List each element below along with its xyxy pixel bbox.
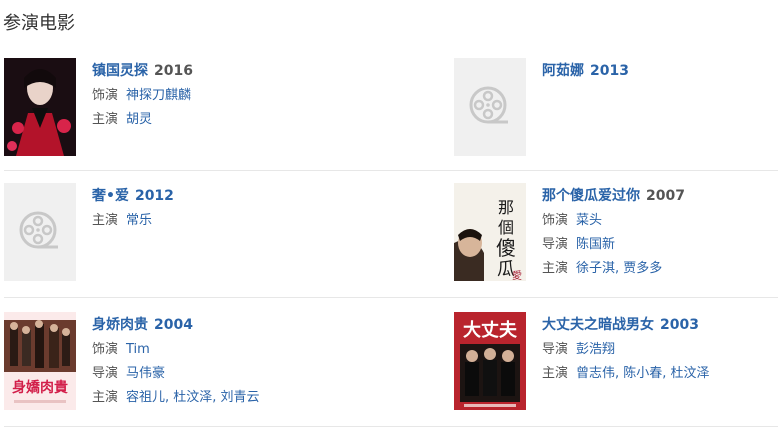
credit-role: 主演 bbox=[542, 366, 569, 381]
credit-line: 饰演 神探刀麒麟 bbox=[92, 87, 342, 105]
svg-text:個: 個 bbox=[498, 218, 514, 237]
film-title-link[interactable]: 那个傻瓜爱过你 bbox=[542, 188, 640, 204]
credit-value[interactable]: 容祖儿, 杜汶泽, 刘青云 bbox=[126, 390, 260, 405]
credit-line: 饰演 Tim bbox=[92, 341, 342, 359]
credit-value[interactable]: 彭浩翔 bbox=[576, 342, 615, 357]
film-title-link[interactable]: 阿茹娜 bbox=[542, 63, 584, 79]
credit-line: 饰演 菜头 bbox=[542, 212, 778, 230]
credit-value[interactable]: 神探刀麒麟 bbox=[126, 88, 191, 103]
credit-value[interactable]: 徐子淇, 贾多多 bbox=[576, 261, 662, 276]
credit-role: 主演 bbox=[92, 390, 119, 405]
film-year: 2003 bbox=[660, 317, 699, 333]
film-poster[interactable]: 大丈夫 bbox=[454, 312, 526, 410]
credit-role: 导演 bbox=[542, 342, 569, 357]
credit-value[interactable]: 常乐 bbox=[126, 213, 152, 228]
film-grid: 镇国灵探 2016 饰演 神探刀麒麟 主演 胡灵 阿茹娜 2013 奢•爱 20… bbox=[0, 0, 778, 437]
svg-text:大丈夫: 大丈夫 bbox=[463, 319, 518, 341]
film-year: 2016 bbox=[154, 63, 193, 79]
credit-value[interactable]: 陈国新 bbox=[576, 237, 615, 252]
credit-line: 主演 徐子淇, 贾多多 bbox=[542, 260, 778, 278]
credit-value[interactable]: 胡灵 bbox=[126, 112, 152, 127]
row-divider bbox=[4, 170, 778, 171]
row-divider bbox=[4, 426, 778, 427]
credit-role: 主演 bbox=[542, 261, 569, 276]
credit-value[interactable]: 曾志伟, 陈小春, 杜汶泽 bbox=[576, 366, 710, 381]
credit-line: 主演 曾志伟, 陈小春, 杜汶泽 bbox=[542, 365, 778, 383]
credit-role: 饰演 bbox=[542, 213, 569, 228]
film-poster[interactable]: 身嬌肉貴 bbox=[4, 312, 76, 410]
film-reel-icon bbox=[469, 86, 508, 124]
credit-role: 主演 bbox=[92, 213, 119, 228]
credit-line: 主演 容祖儿, 杜汶泽, 刘青云 bbox=[92, 389, 342, 407]
film-card: 那 個 傻 瓜 愛 那个傻瓜爱过你 2007 饰演 菜头 导演 陈国新 主演 徐子淇, … bbox=[454, 183, 778, 287]
film-poster[interactable]: 那 個 傻 瓜 愛 bbox=[454, 183, 526, 281]
svg-text:愛: 愛 bbox=[512, 269, 522, 281]
film-title-link[interactable]: 奢•爱 bbox=[92, 188, 129, 204]
film-poster[interactable] bbox=[4, 58, 76, 156]
credit-value[interactable]: Tim bbox=[126, 342, 150, 357]
film-year: 2013 bbox=[590, 63, 629, 79]
svg-text:身嬌肉貴: 身嬌肉貴 bbox=[12, 379, 68, 396]
film-poster-placeholder[interactable] bbox=[454, 58, 526, 156]
credit-value[interactable]: 马伟豪 bbox=[126, 366, 165, 381]
film-year: 2007 bbox=[646, 188, 685, 204]
film-card: 奢•爱 2012 主演 常乐 bbox=[4, 183, 334, 287]
credit-role: 主演 bbox=[92, 112, 119, 127]
credit-role: 饰演 bbox=[92, 88, 119, 103]
svg-text:傻: 傻 bbox=[496, 236, 516, 260]
credit-value[interactable]: 菜头 bbox=[576, 213, 602, 228]
credit-role: 饰演 bbox=[92, 342, 119, 357]
credit-line: 主演 胡灵 bbox=[92, 111, 342, 129]
film-reel-icon bbox=[19, 211, 58, 249]
film-poster-placeholder[interactable] bbox=[4, 183, 76, 281]
credit-role: 导演 bbox=[92, 366, 119, 381]
film-title-link[interactable]: 身娇肉贵 bbox=[92, 317, 148, 333]
film-year: 2004 bbox=[154, 317, 193, 333]
credit-line: 导演 彭浩翔 bbox=[542, 341, 778, 359]
credit-line: 导演 陈国新 bbox=[542, 236, 778, 254]
poster-lettering: 那 bbox=[498, 198, 514, 217]
row-divider bbox=[4, 297, 778, 298]
film-title-link[interactable]: 大丈夫之暗战男女 bbox=[542, 317, 654, 333]
film-card: 镇国灵探 2016 饰演 神探刀麒麟 主演 胡灵 bbox=[4, 58, 334, 162]
film-year: 2012 bbox=[134, 188, 174, 204]
credit-line: 导演 马伟豪 bbox=[92, 365, 342, 383]
film-card: 身嬌肉貴 身娇肉贵 2004 饰演 Tim 导演 马伟豪 主演 容祖儿, 杜汶泽, 刘青… bbox=[4, 312, 334, 416]
film-title-link[interactable]: 镇国灵探 bbox=[92, 63, 148, 79]
film-card: 阿茹娜 2013 bbox=[454, 58, 778, 162]
credit-line: 主演 常乐 bbox=[92, 212, 342, 230]
credit-role: 导演 bbox=[542, 237, 569, 252]
film-card: 大丈夫 大丈夫之暗战男女 2003 导演 彭浩翔 主演 曾志伟, 陈小春, 杜汶泽 bbox=[454, 312, 778, 416]
